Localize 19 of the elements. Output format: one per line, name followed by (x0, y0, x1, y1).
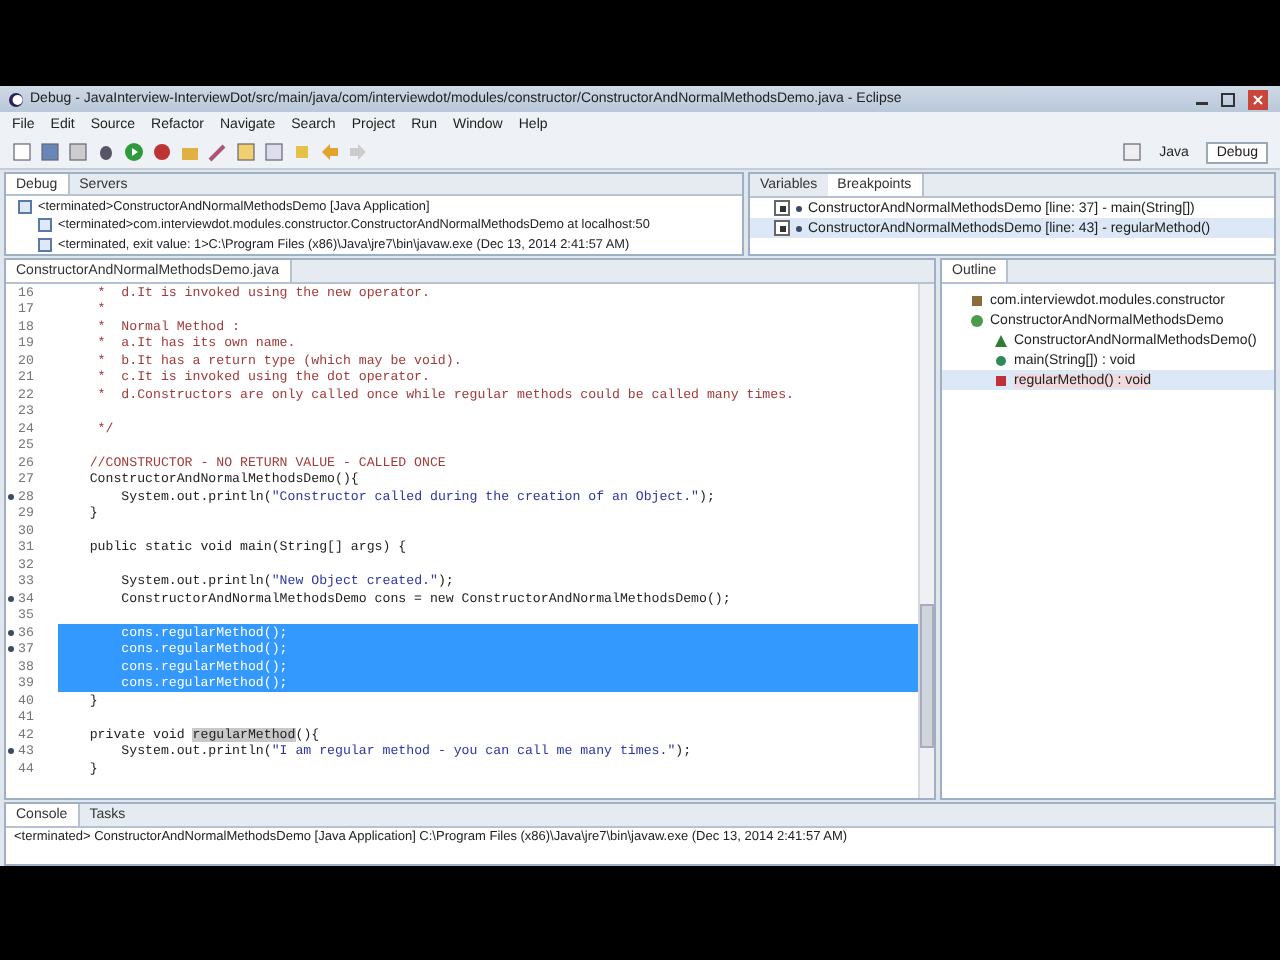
breakpoint-marker[interactable] (8, 646, 14, 653)
scrollbar[interactable] (918, 284, 934, 798)
eclipse-logo-icon (8, 91, 24, 107)
breakpoint-marker[interactable] (8, 748, 14, 755)
checkbox[interactable] (774, 220, 790, 236)
breakpoint-marker[interactable] (8, 493, 14, 500)
class-icon (970, 313, 984, 327)
run-icon[interactable] (124, 142, 144, 162)
constructor-icon (994, 333, 1008, 347)
private-method-icon (994, 373, 1008, 387)
checkbox[interactable] (774, 200, 790, 216)
save-icon[interactable] (40, 142, 60, 162)
close-icon[interactable] (1244, 89, 1272, 109)
maximize-icon[interactable] (1218, 89, 1238, 109)
breakpoint-marker[interactable] (8, 595, 14, 602)
new-file-icon[interactable] (12, 142, 32, 162)
package-icon (970, 293, 984, 307)
breakpoint-marker[interactable] (8, 629, 14, 636)
static-method-icon (994, 353, 1008, 367)
